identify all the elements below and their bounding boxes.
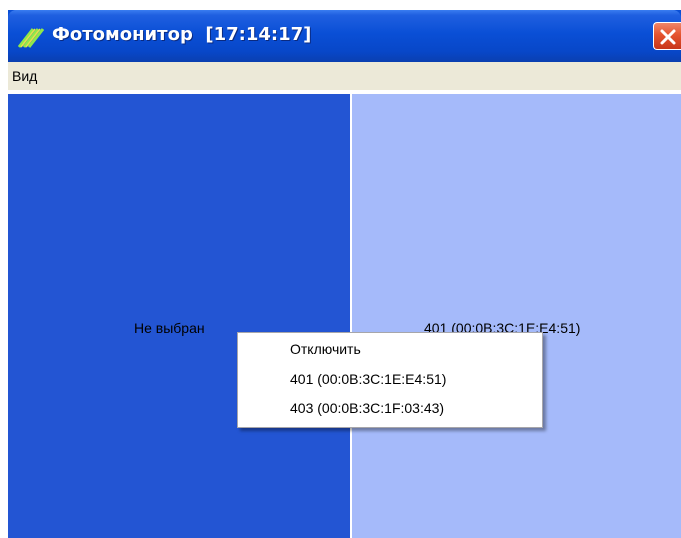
- app-logo-icon: [17, 26, 45, 48]
- camera-pane-left[interactable]: Не выбран: [8, 94, 350, 538]
- context-item-camera-401[interactable]: 401 (00:0B:3C:1E:E4:51): [290, 371, 446, 387]
- title-bar[interactable]: Фотомонитор [17:14:17]: [8, 10, 681, 62]
- camera-pane-right[interactable]: 401 (00:0B:3C:1E:E4:51): [352, 94, 681, 538]
- content-area: Не выбран 401 (00:0B:3C:1E:E4:51): [8, 90, 681, 538]
- close-icon: [660, 29, 676, 45]
- app-window: Фотомонитор [17:14:17] Вид Не выбран 401…: [8, 10, 681, 538]
- pane-left-label: Не выбран: [134, 320, 205, 336]
- close-button[interactable]: [653, 22, 681, 50]
- window-title: Фотомонитор [17:14:17]: [52, 24, 312, 45]
- context-menu: Отключить 401 (00:0B:3C:1E:E4:51) 403 (0…: [237, 332, 543, 428]
- context-item-disconnect[interactable]: Отключить: [290, 341, 361, 357]
- menu-view[interactable]: Вид: [12, 68, 37, 84]
- context-item-camera-403[interactable]: 403 (00:0B:3C:1F:03:43): [290, 400, 444, 416]
- menu-bar: Вид: [8, 62, 681, 90]
